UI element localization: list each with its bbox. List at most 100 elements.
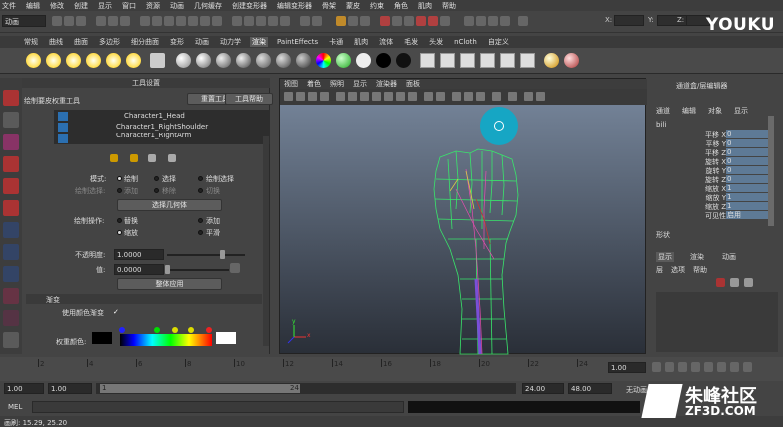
menu-item[interactable]: 编辑变形器: [277, 1, 312, 11]
ramp-marker[interactable]: [119, 327, 125, 333]
mask-icon[interactable]: [140, 16, 150, 26]
channel-value[interactable]: 0: [726, 157, 768, 165]
layer-menu-item[interactable]: 选项: [671, 265, 685, 275]
channel-box-icon[interactable]: [500, 16, 510, 26]
attribute-editor-icon[interactable]: [476, 16, 486, 26]
prev-key-icon[interactable]: [678, 362, 687, 372]
shelf-tab[interactable]: 卡通: [327, 37, 345, 47]
influence-item[interactable]: Character1_Head: [54, 111, 270, 122]
shelf-tab[interactable]: 毛发: [402, 37, 420, 47]
use-background-icon[interactable]: [356, 53, 371, 68]
channel-row[interactable]: 平移 Z0: [656, 148, 781, 157]
op-scale-radio[interactable]: [117, 230, 122, 235]
menu-item[interactable]: 编辑: [26, 1, 40, 11]
ramp-shader-icon[interactable]: [296, 53, 311, 68]
flood-button[interactable]: 整体应用: [117, 278, 222, 290]
opacity-slider[interactable]: [167, 254, 245, 256]
spot-light-icon[interactable]: [86, 53, 101, 68]
ramp-texture-icon[interactable]: [316, 53, 331, 68]
next-key-icon[interactable]: [717, 362, 726, 372]
ps-add-radio[interactable]: [117, 188, 122, 193]
layer-list[interactable]: [656, 292, 778, 352]
render-layer-icon[interactable]: [564, 53, 579, 68]
mode-paint-select-radio[interactable]: [198, 176, 203, 181]
create-node-icon[interactable]: [420, 53, 435, 68]
render-settings-icon[interactable]: [360, 16, 370, 26]
channel-row[interactable]: 旋转 X0: [656, 157, 781, 166]
lambert-icon[interactable]: [176, 53, 191, 68]
menu-item[interactable]: 显示: [98, 1, 112, 11]
history-icon[interactable]: [300, 16, 310, 26]
current-frame-field[interactable]: 1.00: [608, 362, 646, 373]
lasso-tool-icon[interactable]: [3, 112, 19, 128]
directional-light-icon[interactable]: [46, 53, 61, 68]
influence-item[interactable]: Character1_RightShoulder: [54, 122, 270, 133]
render-view-icon[interactable]: [460, 53, 475, 68]
layer-tab[interactable]: 渲染: [688, 252, 706, 262]
influence-list[interactable]: Character1_Head Character1_RightShoulder…: [54, 110, 270, 144]
anisotropic-icon[interactable]: [256, 53, 271, 68]
value-slider[interactable]: [167, 269, 229, 271]
layout-four-icon[interactable]: [3, 244, 19, 260]
ambient-light-icon[interactable]: [26, 53, 41, 68]
shelf-tab[interactable]: PaintEffects: [275, 38, 320, 46]
unlock-icon[interactable]: [130, 154, 138, 162]
menu-item[interactable]: 角色: [394, 1, 408, 11]
channel-row[interactable]: 缩放 Y1: [656, 193, 781, 202]
shelf-tab[interactable]: 多边形: [97, 37, 122, 47]
select-tool-icon[interactable]: [3, 90, 19, 106]
sort-icon[interactable]: [148, 154, 156, 162]
use-color-ramp-checkbox[interactable]: ✓: [113, 308, 119, 316]
menu-item[interactable]: 动画: [170, 1, 184, 11]
shelf-tab[interactable]: nCloth: [452, 38, 479, 46]
op-replace-radio[interactable]: [117, 218, 122, 223]
influence-item[interactable]: Character1_RightArm: [54, 133, 270, 143]
channel-value[interactable]: 0: [726, 166, 768, 174]
channel-value[interactable]: 启用: [726, 211, 768, 219]
channel-row[interactable]: 旋转 Z0: [656, 175, 781, 184]
select-hierarchy-icon[interactable]: [96, 16, 106, 26]
mel-label[interactable]: MEL: [8, 403, 22, 411]
new-layer-icon[interactable]: [716, 278, 725, 287]
render-frame-icon[interactable]: [336, 16, 346, 26]
shelf-tab[interactable]: 常规: [22, 37, 40, 47]
x-field[interactable]: [614, 15, 644, 26]
select-icon-red[interactable]: [380, 16, 390, 26]
channel-value[interactable]: 0: [726, 148, 768, 156]
scale-tool-icon[interactable]: [3, 200, 19, 216]
time-slider[interactable]: 1.00 2 4 6 8 10 12 14 16 18 20 22 24: [0, 357, 783, 381]
channel-row[interactable]: 缩放 Z1: [656, 202, 781, 211]
channel-scrollbar[interactable]: [768, 116, 774, 226]
rotate-tool-icon[interactable]: [3, 178, 19, 194]
channel-tab[interactable]: 编辑: [682, 106, 696, 116]
snap-curve-icon[interactable]: [244, 16, 254, 26]
mask-icon-7[interactable]: [212, 16, 222, 26]
shelf-tab[interactable]: 动力学: [218, 37, 243, 47]
channel-row[interactable]: 可见性 启用: [656, 211, 781, 220]
paint-weights-tool-icon[interactable]: [3, 288, 19, 304]
channel-tab[interactable]: 对象: [708, 106, 722, 116]
sidebar-toggle-icon[interactable]: [464, 16, 474, 26]
play-back-icon[interactable]: [691, 362, 700, 372]
mask-icon-2[interactable]: [152, 16, 162, 26]
go-end-icon[interactable]: [743, 362, 752, 372]
channel-row[interactable]: 缩放 X1: [656, 184, 781, 193]
channel-value[interactable]: 1: [726, 184, 768, 192]
mode-select-radio[interactable]: [154, 176, 159, 181]
white-swatch[interactable]: [216, 332, 236, 344]
value-field[interactable]: 0.0000: [114, 264, 164, 275]
op-smooth-radio[interactable]: [198, 230, 203, 235]
channel-tab[interactable]: 显示: [734, 106, 748, 116]
shadow-shader-icon[interactable]: [396, 53, 411, 68]
shelf-tab[interactable]: 头发: [427, 37, 445, 47]
paint-select-icon[interactable]: [404, 16, 414, 26]
play-forward-icon[interactable]: [704, 362, 713, 372]
shelf-tab[interactable]: 曲面: [72, 37, 90, 47]
channel-value[interactable]: 0: [726, 139, 768, 147]
phong-icon[interactable]: [216, 53, 231, 68]
shelf-tab[interactable]: 流体: [377, 37, 395, 47]
channel-value[interactable]: 1: [726, 202, 768, 210]
scale-icon[interactable]: [440, 16, 450, 26]
layer-menu-item[interactable]: 层: [656, 265, 663, 275]
volume-light-icon[interactable]: [126, 53, 141, 68]
